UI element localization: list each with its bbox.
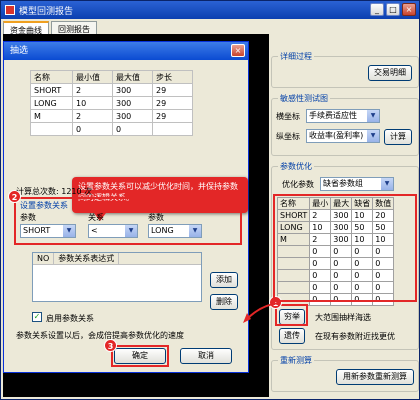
calc-count-label: 计算总次数: 1210 次 xyxy=(16,187,93,196)
dialog-title-bar: 抽选 × xyxy=(4,42,248,60)
table-cell[interactable]: 0 xyxy=(112,122,153,136)
sensitivity-group: 敏感性测试图 横坐标 手续费适应性 ▼ 纵坐标 收益率(盈利率) ▼ 计算 xyxy=(271,93,419,156)
relation-label: 关系 xyxy=(88,213,104,222)
minimize-button[interactable]: _ xyxy=(370,3,384,16)
opt-param-select[interactable]: 缺省参数组 ▼ xyxy=(320,177,394,191)
chevron-down-icon: ▼ xyxy=(63,225,75,237)
right-panel: 详细过程 交易明细 敏感性测试图 横坐标 手续费适应性 ▼ 纵坐标 收益率(盈利… xyxy=(269,34,419,397)
y-axis-select[interactable]: 收益率(盈利率) ▼ xyxy=(306,129,380,143)
add-relation-button[interactable]: 添加 xyxy=(210,272,238,288)
dialog-title: 抽选 xyxy=(10,46,29,56)
table-cell[interactable]: 10 xyxy=(72,96,113,110)
highlight-box-param-table xyxy=(273,194,417,302)
table-cell[interactable]: 0 xyxy=(72,122,113,136)
table-cell[interactable]: 300 xyxy=(112,96,153,110)
genetic-desc: 在现有参数附近找更优 xyxy=(315,332,395,341)
y-axis-value: 收益率(盈利率) xyxy=(309,131,364,140)
relation-hint: 参数关系设置以后，会成倍提高参数优化的速度 xyxy=(16,331,184,340)
table-cell[interactable]: 2 xyxy=(72,109,113,123)
calculate-button[interactable]: 计算 xyxy=(384,129,412,145)
table-cell[interactable] xyxy=(30,122,73,136)
retest-group: 重新测算 用新参数重新测算 xyxy=(271,355,419,392)
relation-value: < xyxy=(91,226,98,235)
relation-group-title: 设置参数关系 xyxy=(20,201,68,210)
param2-select[interactable]: LONG ▼ xyxy=(148,224,202,238)
enable-relation-checkbox[interactable]: ✓ xyxy=(32,312,42,322)
sensitivity-group-title: 敏感性测试图 xyxy=(278,93,330,104)
table-cell[interactable]: 29 xyxy=(152,109,193,123)
relation-list-header: NO 参数关系表达式 xyxy=(33,253,201,265)
table-cell[interactable]: 29 xyxy=(152,83,193,97)
param1-value: SHORT xyxy=(23,226,51,235)
table-cell[interactable]: 300 xyxy=(112,109,153,123)
app-icon xyxy=(5,5,15,15)
param1-select[interactable]: SHORT ▼ xyxy=(20,224,76,238)
y-axis-label: 纵坐标 xyxy=(276,132,300,141)
badge-3: 3 xyxy=(104,339,117,352)
arrow-icon xyxy=(243,302,280,323)
range-table-header: 最小值 xyxy=(72,70,113,84)
genetic-button[interactable]: 遗传 xyxy=(279,328,305,344)
exhaustive-desc: 大范围抽样海选 xyxy=(315,313,371,322)
param1-label: 参数 xyxy=(20,213,36,222)
range-table-header: 名称 xyxy=(30,70,73,84)
chevron-down-icon: ▼ xyxy=(367,110,379,122)
delete-relation-button[interactable]: 删除 xyxy=(210,294,238,310)
relation-select[interactable]: < ▼ xyxy=(88,224,138,238)
optimization-group-title: 参数优化 xyxy=(278,161,314,172)
retest-group-title: 重新测算 xyxy=(278,355,314,366)
window-title: 模型回测报告 xyxy=(19,6,74,17)
chevron-down-icon: ▼ xyxy=(189,225,201,237)
x-axis-label: 横坐标 xyxy=(276,112,300,121)
details-group-title: 详细过程 xyxy=(278,51,314,62)
opt-param-label: 优化参数 xyxy=(282,180,314,189)
dialog-close-button[interactable]: × xyxy=(231,44,245,57)
highlight-box-ok xyxy=(111,345,169,367)
backtest-report-window: 模型回测报告 _ □ × 资金曲线 回测报告 详细过程 交易明细 敏感性测试图 … xyxy=(0,0,420,400)
opt-param-value: 缺省参数组 xyxy=(323,179,363,188)
table-cell[interactable]: 300 xyxy=(112,83,153,97)
list-col-expr: 参数关系表达式 xyxy=(54,253,120,264)
table-row[interactable]: M 2 300 29 xyxy=(30,109,193,123)
range-table: 名称 最小值 最大值 步长 SHORT 2 300 29 LONG 10 300 29 M 2 300 29… xyxy=(30,70,193,136)
enable-relation-label: 启用参数关系 xyxy=(46,314,94,323)
details-group: 详细过程 交易明细 xyxy=(271,51,419,88)
param2-label: 参数 xyxy=(148,213,164,222)
table-cell[interactable]: 2 xyxy=(72,83,113,97)
chevron-down-icon: ▼ xyxy=(367,130,379,142)
table-cell[interactable]: 29 xyxy=(152,96,193,110)
table-row[interactable]: 00 xyxy=(30,122,193,136)
range-table-header: 步长 xyxy=(152,70,193,84)
maximize-button[interactable]: □ xyxy=(386,3,400,16)
table-cell[interactable]: SHORT xyxy=(30,83,73,97)
table-cell[interactable]: M xyxy=(30,109,73,123)
list-col-no: NO xyxy=(33,253,55,264)
table-cell[interactable]: LONG xyxy=(30,96,73,110)
x-axis-value: 手续费适应性 xyxy=(309,111,357,120)
table-row[interactable]: LONG 10 300 29 xyxy=(30,96,193,110)
table-row[interactable]: SHORT 2 300 29 xyxy=(30,83,193,97)
retest-button[interactable]: 用新参数重新测算 xyxy=(336,369,414,385)
close-button[interactable]: × xyxy=(402,3,416,16)
table-cell[interactable] xyxy=(152,122,193,136)
relation-list[interactable]: NO 参数关系表达式 xyxy=(32,252,202,302)
chevron-down-icon: ▼ xyxy=(381,178,393,190)
trade-details-button[interactable]: 交易明细 xyxy=(368,65,412,81)
param2-value: LONG xyxy=(151,226,174,235)
chevron-down-icon: ▼ xyxy=(125,225,137,237)
range-table-header: 最大值 xyxy=(112,70,153,84)
main-title-bar: 模型回测报告 _ □ × xyxy=(1,1,419,19)
sampling-dialog: 抽选 × 名称 最小值 最大值 步长 SHORT 2 300 29 LONG 10 300 29 M 2… xyxy=(3,41,249,373)
cancel-button[interactable]: 取消 xyxy=(180,348,232,364)
x-axis-select[interactable]: 手续费适应性 ▼ xyxy=(306,109,380,123)
